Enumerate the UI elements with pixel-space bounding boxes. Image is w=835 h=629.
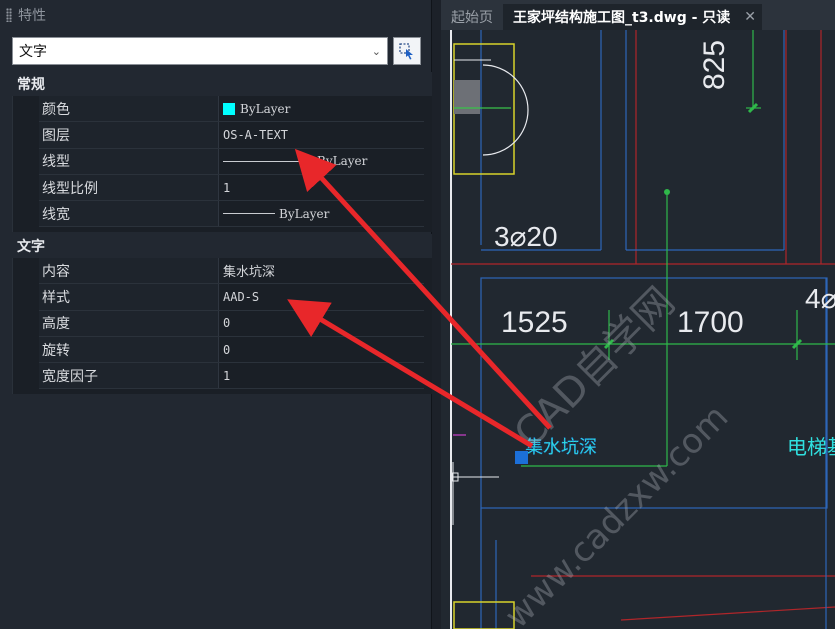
tab-drawing-file[interactable]: 王家坪结构施工图_t3.dwg - 只读 ✕ — [503, 4, 763, 30]
object-selector-row: 文字 ⌄ — [12, 37, 421, 65]
drawing-canvas[interactable]: 825 3⌀20 1525 1700 4⌀ 电梯基 集水坑深 CAD自学网 ww… — [441, 30, 835, 629]
prop-value-color[interactable]: ByLayer — [219, 96, 424, 122]
properties-panel: 特性 文字 ⌄ 常规 颜色 ByLayer 图层 OS-A-TEXT 线型 By… — [0, 0, 432, 629]
prop-value-style[interactable]: AAD-S — [219, 284, 424, 310]
prop-value-linetype-scale[interactable]: 1 — [219, 174, 424, 201]
prop-name-color: 颜色 — [39, 96, 219, 122]
prop-value-width-factor[interactable]: 1 — [219, 363, 424, 389]
prop-row-rotation[interactable]: 旋转 0 — [39, 336, 424, 364]
prop-name-rotation: 旋转 — [39, 336, 219, 363]
prop-name-style: 样式 — [39, 284, 219, 310]
select-objects-button[interactable] — [393, 37, 421, 65]
linetype-preview — [223, 160, 313, 162]
dimension-825: 825 — [698, 40, 731, 90]
prop-row-style[interactable]: 样式 AAD-S — [39, 284, 424, 311]
prop-row-lineweight[interactable]: 线宽 ByLayer — [39, 201, 424, 228]
tab-start-page[interactable]: 起始页 — [441, 4, 503, 30]
prop-value-height[interactable]: 0 — [219, 310, 424, 336]
panel-title: 特性 — [18, 8, 46, 24]
prop-name-linetype-scale: 线型比例 — [39, 174, 219, 201]
linetype-value-text: ByLayer — [317, 154, 368, 169]
prop-value-contents[interactable]: 集水坑深 — [219, 258, 424, 284]
color-swatch — [223, 102, 235, 115]
object-type-dropdown[interactable]: 文字 ⌄ — [12, 37, 388, 65]
elevator-text[interactable]: 电梯基 — [787, 435, 835, 459]
lineweight-value-text: ByLayer — [279, 206, 330, 221]
prop-value-linetype[interactable]: ByLayer — [219, 148, 424, 174]
prop-name-width-factor: 宽度因子 — [39, 363, 219, 389]
properties-title-bar[interactable]: 特性 — [0, 0, 431, 30]
lineweight-preview — [223, 213, 275, 215]
dimension-1525: 1525 — [501, 306, 568, 339]
document-tabs: 起始页 王家坪结构施工图_t3.dwg - 只读 ✕ — [441, 0, 835, 30]
object-type-value: 文字 — [19, 44, 47, 60]
prop-row-height[interactable]: 高度 0 — [39, 310, 424, 337]
close-icon[interactable]: ✕ — [744, 9, 756, 25]
rebar-label-3-20: 3⌀20 — [494, 221, 558, 252]
dimension-1700: 1700 — [677, 306, 744, 339]
prop-value-lineweight[interactable]: ByLayer — [219, 201, 424, 227]
section-body-text: 内容 集水坑深 样式 AAD-S 高度 0 旋转 0 宽度因子 1 — [12, 258, 432, 394]
color-value-text: ByLayer — [240, 101, 291, 116]
drag-grip-icon[interactable] — [6, 8, 12, 22]
section-header-text[interactable]: 文字 — [0, 234, 432, 258]
prop-name-contents: 内容 — [39, 258, 219, 284]
prop-row-contents[interactable]: 内容 集水坑深 — [39, 258, 424, 285]
prop-name-height: 高度 — [39, 310, 219, 336]
section-general: 常规 颜色 ByLayer 图层 OS-A-TEXT 线型 ByLayer 线型… — [0, 72, 432, 232]
prop-row-color[interactable]: 颜色 ByLayer — [39, 96, 424, 123]
prop-row-linetype-scale[interactable]: 线型比例 1 — [39, 174, 424, 202]
drawing-area: 起始页 王家坪结构施工图_t3.dwg - 只读 ✕ 825 3⌀20 1525… — [441, 0, 835, 629]
prop-name-layer: 图层 — [39, 122, 219, 148]
grip-handle[interactable] — [515, 451, 528, 464]
prop-value-rotation[interactable]: 0 — [219, 336, 424, 363]
prop-value-layer[interactable]: OS-A-TEXT — [219, 122, 424, 148]
prop-row-width-factor[interactable]: 宽度因子 1 — [39, 363, 424, 390]
tab-start-label: 起始页 — [451, 10, 493, 26]
rebar-label-4: 4⌀ — [805, 283, 835, 314]
chevron-down-icon: ⌄ — [371, 44, 381, 58]
section-header-general[interactable]: 常规 — [0, 72, 432, 96]
tab-drawing-label: 王家坪结构施工图_t3.dwg - 只读 — [513, 10, 731, 26]
prop-row-layer[interactable]: 图层 OS-A-TEXT — [39, 122, 424, 149]
select-objects-icon — [399, 43, 413, 60]
section-text: 文字 内容 集水坑深 样式 AAD-S 高度 0 旋转 0 宽度因子 1 — [0, 234, 432, 394]
prop-name-linetype: 线型 — [39, 148, 219, 174]
section-body-general: 颜色 ByLayer 图层 OS-A-TEXT 线型 ByLayer 线型比例 — [12, 96, 432, 232]
prop-name-lineweight: 线宽 — [39, 201, 219, 227]
prop-row-linetype[interactable]: 线型 ByLayer — [39, 148, 424, 175]
